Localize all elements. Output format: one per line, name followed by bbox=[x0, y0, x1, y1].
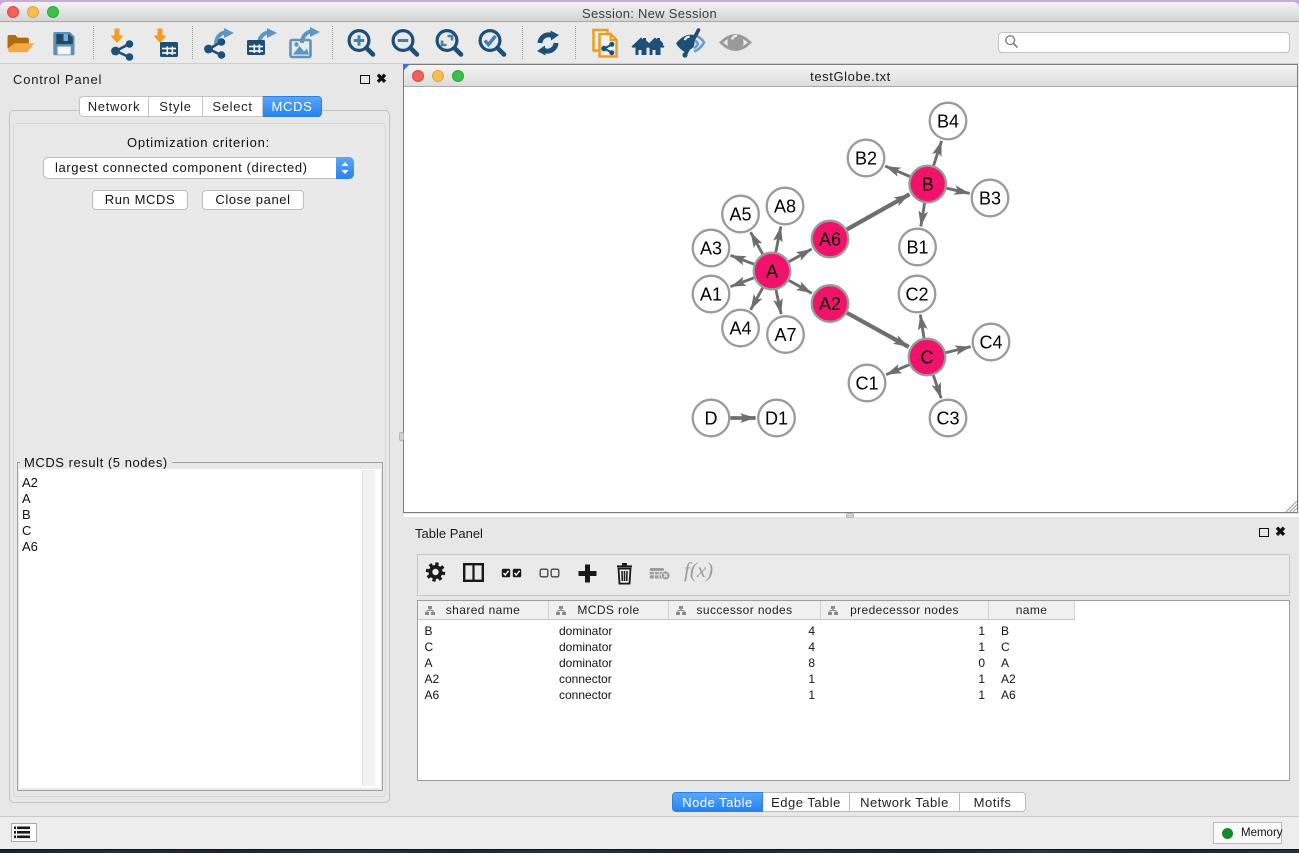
svg-text:A2: A2 bbox=[819, 294, 841, 314]
svg-text:B4: B4 bbox=[937, 111, 959, 131]
svg-text:A1: A1 bbox=[700, 284, 722, 304]
svg-text:A7: A7 bbox=[774, 325, 796, 345]
svg-text:B2: B2 bbox=[855, 148, 877, 168]
svg-text:A8: A8 bbox=[774, 196, 796, 216]
svg-text:A3: A3 bbox=[700, 238, 722, 258]
svg-text:A6: A6 bbox=[819, 229, 841, 249]
svg-text:B3: B3 bbox=[979, 188, 1001, 208]
svg-text:B1: B1 bbox=[906, 237, 928, 257]
svg-text:B: B bbox=[922, 174, 934, 194]
svg-text:C3: C3 bbox=[936, 408, 959, 428]
svg-text:D: D bbox=[705, 408, 718, 428]
svg-text:D1: D1 bbox=[765, 408, 788, 428]
svg-text:C1: C1 bbox=[855, 373, 878, 393]
svg-text:A5: A5 bbox=[729, 204, 751, 224]
svg-text:C4: C4 bbox=[979, 332, 1002, 352]
svg-text:A4: A4 bbox=[729, 318, 751, 338]
svg-text:A: A bbox=[766, 261, 778, 281]
svg-text:C2: C2 bbox=[905, 284, 928, 304]
svg-text:C: C bbox=[921, 347, 934, 367]
